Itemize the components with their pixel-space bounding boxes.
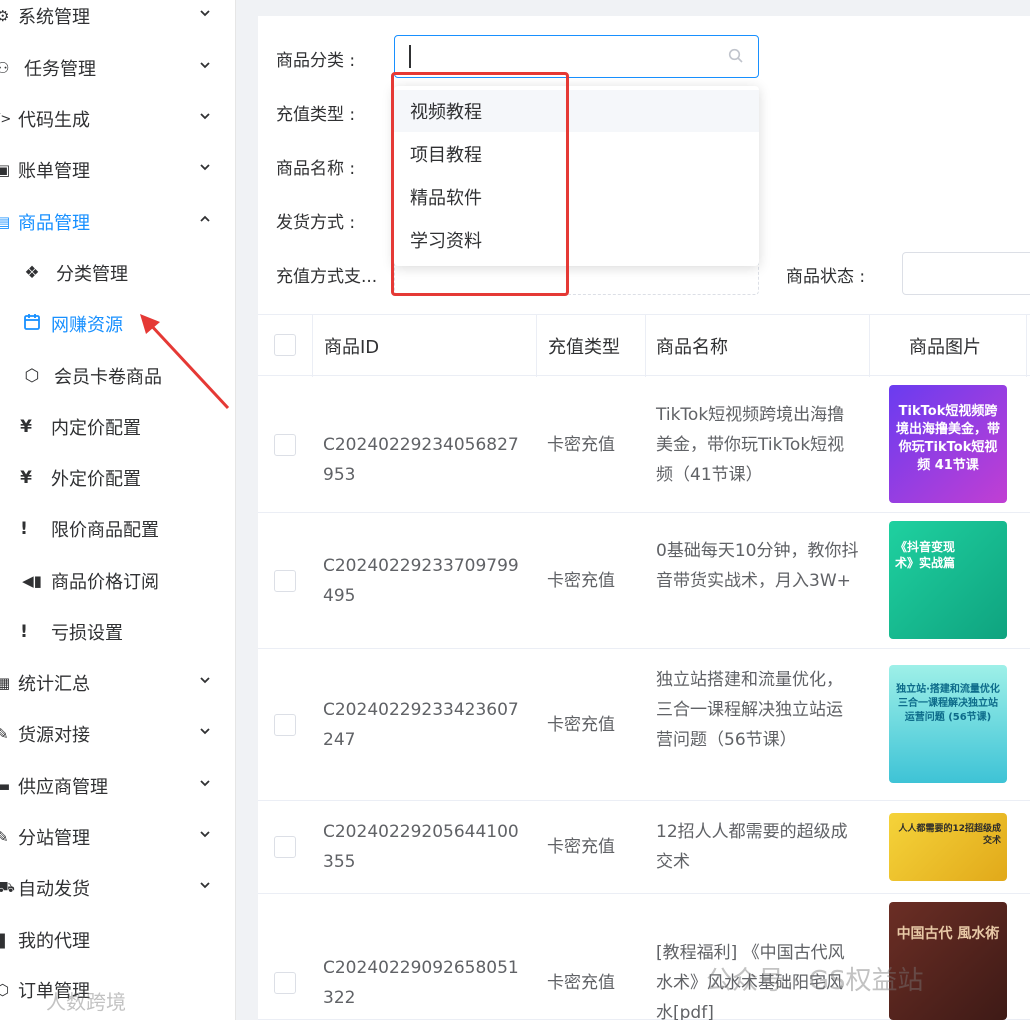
table-icon: ▦ [0,674,11,692]
cell-product-name: TikTok短视频跨境出海撸美金，带你玩TikTok短视频（41节课） [656,405,845,485]
column-header-product-name: 商品名称 [656,337,728,358]
menu-statistics[interactable]: ▦ 统计汇总 [0,663,236,703]
exclamation-icon: ! [20,622,28,642]
chevron-down-icon [200,780,210,787]
product-name-label: 商品名称 : [276,159,356,179]
search-icon [728,48,743,63]
order-icon: ⬡ [0,981,10,999]
cell-recharge-type: 卡密充值 [547,973,615,993]
chevron-down-icon [200,882,210,889]
product-status-select[interactable] [902,252,1030,295]
row-checkbox[interactable] [274,434,296,456]
hexagon-icon: ⬡ [24,366,40,386]
submenu-external-pricing[interactable]: ¥ 外定价配置 [0,458,236,498]
chevron-down-icon [200,164,210,171]
cell-recharge-type: 卡密充值 [547,571,615,591]
cell-recharge-type: 卡密充值 [547,435,615,455]
agent-icon: ❚ [0,931,9,949]
cell-product-id: C20240229234056827953 [323,435,519,485]
cell-product-name: 独立站搭建和流量优化，三合一课程解决独立站运营问题（56节课） [656,670,843,750]
row-checkbox[interactable] [274,972,296,994]
code-icon: /> [0,111,12,127]
row-checkbox[interactable] [274,570,296,592]
row-checkbox[interactable] [274,836,296,858]
watermark-left: 人数跨境 [46,990,126,1014]
bill-icon: ▣ [0,161,11,179]
cell-recharge-type: 卡密充值 [547,715,615,735]
cell-product-name: 12招人人都需要的超级成交术 [656,822,848,872]
menu-bills[interactable]: ▣ 账单管理 [0,150,236,190]
menu-substations[interactable]: ✎ 分站管理 [0,817,236,857]
menu-suppliers[interactable]: ▬ 供应商管理 [0,766,236,806]
cell-product-id: C20240229205644100355 [323,822,519,872]
chevron-down-icon [200,728,210,735]
submenu-price-subscription[interactable]: ◀▮ 商品价格订阅 [0,561,236,601]
category-label: 商品分类 : [276,51,356,71]
table-header: 商品ID 充值类型 商品名称 商品图片 [258,314,1030,376]
menu-supply[interactable]: ✎ 货源对接 [0,714,236,754]
sites-icon: ✎ [0,828,9,846]
submenu-category[interactable]: ❖ 分类管理 [0,253,236,293]
box-icon: ▬ [0,777,11,795]
column-header-product-image: 商品图片 [909,337,981,358]
recharge-method-label: 充值方式支... [276,267,378,287]
submenu-limit-price[interactable]: ! 限价商品配置 [0,509,236,549]
product-status-label: 商品状态 : [786,267,866,287]
menu-codegen[interactable]: />代码生成 [0,99,236,139]
recharge-type-label: 充值类型 : [276,105,356,125]
column-header-id: 商品ID [324,337,380,358]
annotation-arrow [140,314,230,410]
delivery-method-label: 发货方式 : [276,213,356,233]
chevron-down-icon [200,10,210,17]
menu-my-agents[interactable]: ❚ 我的代理 [0,920,236,960]
chevron-up-icon [200,215,210,222]
watermark-right: 公众号 · GS权益站 [706,966,924,996]
link-icon: ✎ [0,725,9,743]
cell-product-id: C20240229092658051322 [323,958,519,1008]
product-thumbnail[interactable]: TikTok短视频跨境出海撸美金，带你玩TikTok短视频 41节课 [889,385,1007,503]
product-thumbnail[interactable]: 《抖音变现术》实战篇 [889,521,1007,639]
chevron-down-icon [200,62,210,69]
product-thumbnail[interactable]: 独立站·搭建和流量优化 三合一课程解决独立站运营问题 (56节课) [889,665,1007,783]
chevron-down-icon [200,677,210,684]
chevron-down-icon [200,831,210,838]
megaphone-icon: ◀▮ [22,572,42,590]
chevron-down-icon [200,113,210,120]
row-checkbox[interactable] [274,714,296,736]
cubes-icon: ❖ [24,263,40,283]
cell-product-id: C20240229233709799495 [323,556,519,606]
product-thumbnail[interactable]: 人人都需要的12招超级成交术 [889,813,1007,881]
cell-recharge-type: 卡密充值 [547,837,615,857]
menu-tasks[interactable]: ⚇ 任务管理 [0,48,236,88]
clipboard-icon: ▤ [0,213,11,231]
yen-icon: ¥ [20,417,32,437]
sidebar: ⚙系统管理 ⚇任务管理 />代码生成 ▣账单管理 ▤商品管理 ❖分类管理 网赚资… [0,0,236,1020]
gear-icon: ⚙ [0,7,10,25]
menu-products[interactable]: ▤ 商品管理 [0,202,236,242]
cell-product-id: C20240229233423607247 [323,700,519,750]
menu-auto-delivery[interactable]: ⛟ 自动发货 [0,868,236,908]
yen-icon: ¥ [20,468,32,488]
column-header-recharge-type: 充值类型 [548,337,620,358]
exclamation-icon: ! [20,519,28,539]
calendar-icon [20,313,44,336]
select-all-checkbox[interactable] [274,334,296,356]
text-caret [409,45,411,68]
truck-icon: ⛟ [0,878,15,896]
annotation-highlight-box [391,72,569,296]
cell-product-name: 0基础每天10分钟，教你抖音带货实战术，月入3W+ [656,541,859,591]
tasks-icon: ⚇ [0,59,10,77]
menu-system[interactable]: ⚙ 系统管理 [0,0,236,36]
submenu-loss-settings[interactable]: ! 亏损设置 [0,612,236,652]
